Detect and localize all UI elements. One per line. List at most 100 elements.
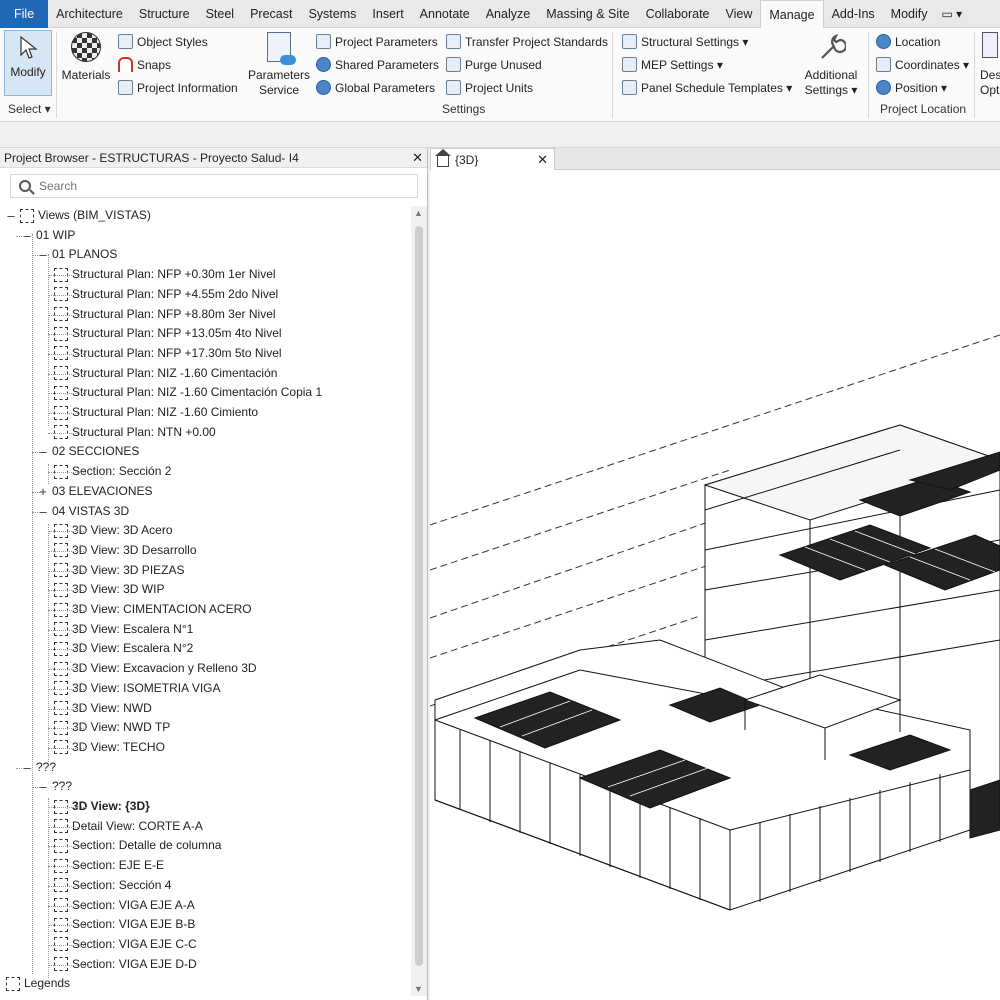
tree-connector	[48, 925, 86, 927]
shared-parameters-button[interactable]: Shared Parameters	[316, 57, 439, 72]
menu-tab-structure[interactable]: Structure	[131, 0, 198, 28]
menu-tab-add-ins[interactable]: Add-Ins	[824, 0, 883, 28]
view-tab-3d[interactable]: {3D} ✕	[430, 148, 555, 170]
mep-settings-button[interactable]: MEP Settings ▾	[622, 57, 723, 72]
project-browser-title: Project Browser - ESTRUCTURAS - Proyecto…	[0, 148, 427, 168]
tree-connector	[48, 610, 86, 611]
tree-folder-unknown-sub[interactable]: –???	[38, 777, 72, 796]
tree-connector	[48, 570, 86, 572]
menu-tab-annotate[interactable]: Annotate	[412, 0, 478, 28]
tree-item-label: 04 VISTAS 3D	[52, 503, 130, 518]
menu-tab-view[interactable]: View	[718, 0, 761, 28]
design-options-button[interactable]: Des Opt	[980, 32, 1000, 98]
quick-access-dropdown[interactable]: ▭ ▾	[942, 7, 963, 21]
close-icon[interactable]: ✕	[537, 152, 548, 168]
tree-folder-wip[interactable]: –01 WIP	[22, 226, 75, 245]
tree-folder-vistas3d[interactable]: –04 VISTAS 3D	[38, 502, 129, 521]
tree-folder-secciones[interactable]: –02 SECCIONES	[38, 442, 139, 461]
materials-button[interactable]: Materials	[60, 32, 112, 83]
3d-model-canvas[interactable]	[430, 170, 1000, 1000]
tree-item-label: 3D View: NWD TP	[72, 720, 171, 735]
menu-tab-analyze[interactable]: Analyze	[478, 0, 538, 28]
global-parameters-button[interactable]: Global Parameters	[316, 80, 435, 95]
scroll-up-icon[interactable]: ▲	[414, 208, 423, 218]
tree-item-label: Section: Detalle de columna	[72, 838, 222, 853]
tree-connector	[48, 649, 86, 651]
search-input[interactable]	[39, 179, 399, 193]
additional-settings-button[interactable]: Additional Settings ▾	[800, 32, 862, 98]
menu-tab-massing-site[interactable]: Massing & Site	[538, 0, 637, 28]
project-browser: Project Browser - ESTRUCTURAS - Proyecto…	[0, 148, 428, 1000]
select-dropdown[interactable]: Select ▾	[8, 102, 51, 116]
tree-guide	[48, 524, 49, 764]
settings-panel-label: Settings	[442, 102, 486, 116]
project-units-button[interactable]: Project Units	[446, 80, 533, 95]
project-information-label: Project Information	[137, 80, 238, 95]
project-browser-title-text: Project Browser - ESTRUCTURAS - Proyecto…	[4, 151, 299, 165]
tree-item-plan[interactable]: Structural Plan: NFP +13.05m 4to Nivel	[54, 324, 282, 343]
tree-connector	[48, 294, 86, 296]
panel-schedule-icon	[622, 80, 637, 95]
menu-tab-insert[interactable]: Insert	[364, 0, 411, 28]
tree-item-label: Section: VIGA EJE B-B	[72, 917, 196, 932]
tree-item-plan[interactable]: Structural Plan: NIZ -1.60 Cimentación C…	[54, 383, 322, 402]
view-area[interactable]: {3D} ✕	[430, 148, 1000, 1000]
tree-views-root[interactable]: – Views (BIM_VISTAS)	[6, 206, 151, 225]
menu-file[interactable]: File	[0, 0, 49, 28]
transfer-standards-button[interactable]: Transfer Project Standards	[446, 34, 608, 49]
collapse-icon[interactable]: –	[6, 206, 16, 225]
coordinates-button[interactable]: Coordinates ▾	[876, 57, 969, 72]
tree-legends[interactable]: Legends	[6, 974, 70, 993]
panel-schedule-label: Panel Schedule Templates ▾	[641, 80, 793, 95]
structural-settings-button[interactable]: Structural Settings ▾	[622, 34, 748, 49]
menu-tab-systems[interactable]: Systems	[300, 0, 364, 28]
tree-guide	[48, 798, 49, 978]
location-button[interactable]: Location	[876, 34, 940, 49]
menu-tab-modify[interactable]: Modify	[883, 0, 936, 28]
browser-scrollbar[interactable]: ▲ ▼	[411, 206, 427, 996]
menu-tab-manage[interactable]: Manage	[760, 0, 824, 28]
home-icon	[435, 148, 451, 167]
tree-folder-elevaciones[interactable]: +03 ELEVACIONES	[38, 482, 152, 501]
tree-folder-planos[interactable]: –01 PLANOS	[38, 245, 117, 264]
parameters-service-button[interactable]: Parameters Service	[248, 32, 310, 98]
project-parameters-button[interactable]: Project Parameters	[316, 34, 438, 49]
tree-connector	[32, 511, 40, 513]
tree-item-plan[interactable]: Structural Plan: NFP +0.30m 1er Nivel	[54, 265, 276, 284]
tree-connector	[48, 629, 86, 631]
panel-schedule-button[interactable]: Panel Schedule Templates ▾	[622, 80, 792, 95]
scroll-down-icon[interactable]: ▼	[414, 984, 423, 994]
search-box[interactable]	[10, 174, 418, 198]
tree-item-plan[interactable]: Structural Plan: NFP +4.55m 2do Nivel	[54, 285, 278, 304]
tree-connector	[16, 767, 24, 769]
separator	[56, 32, 57, 118]
tree-item-plan[interactable]: Structural Plan: NFP +17.30m 5to Nivel	[54, 344, 282, 363]
project-parameters-label: Project Parameters	[335, 34, 438, 49]
shared-parameters-label: Shared Parameters	[335, 57, 440, 72]
purge-unused-button[interactable]: Purge Unused	[446, 57, 542, 72]
parameters-service-icon	[267, 32, 296, 65]
modify-button[interactable]: Modify	[4, 30, 52, 96]
globe-icon	[876, 34, 891, 49]
tree-connector	[48, 866, 86, 868]
scroll-thumb[interactable]	[415, 226, 423, 966]
project-information-button[interactable]: Project Information	[118, 80, 238, 95]
close-icon[interactable]: ✕	[412, 148, 423, 168]
snaps-button[interactable]: Snaps	[118, 57, 171, 72]
position-label: Position ▾	[895, 80, 948, 95]
position-button[interactable]: Position ▾	[876, 80, 947, 95]
wrench-icon	[816, 32, 848, 62]
menu-tab-architecture[interactable]: Architecture	[48, 0, 131, 28]
magnet-icon	[118, 57, 133, 72]
view-icon	[6, 976, 20, 991]
menu-tab-collaborate[interactable]: Collaborate	[638, 0, 718, 28]
menu-tab-precast[interactable]: Precast	[242, 0, 300, 28]
tree-item-plan[interactable]: Structural Plan: NIZ -1.60 Cimentación	[54, 364, 277, 383]
object-styles-button[interactable]: Object Styles	[118, 34, 208, 49]
tree-connector	[32, 452, 40, 454]
menu-tab-steel[interactable]: Steel	[198, 0, 243, 28]
tree-folder-unknown[interactable]: –???	[22, 758, 56, 777]
tree-item-plan[interactable]: Structural Plan: NFP +8.80m 3er Nivel	[54, 305, 276, 324]
tree-item-label: 3D View: CIMENTACION ACERO	[72, 602, 252, 616]
position-icon	[876, 80, 891, 95]
